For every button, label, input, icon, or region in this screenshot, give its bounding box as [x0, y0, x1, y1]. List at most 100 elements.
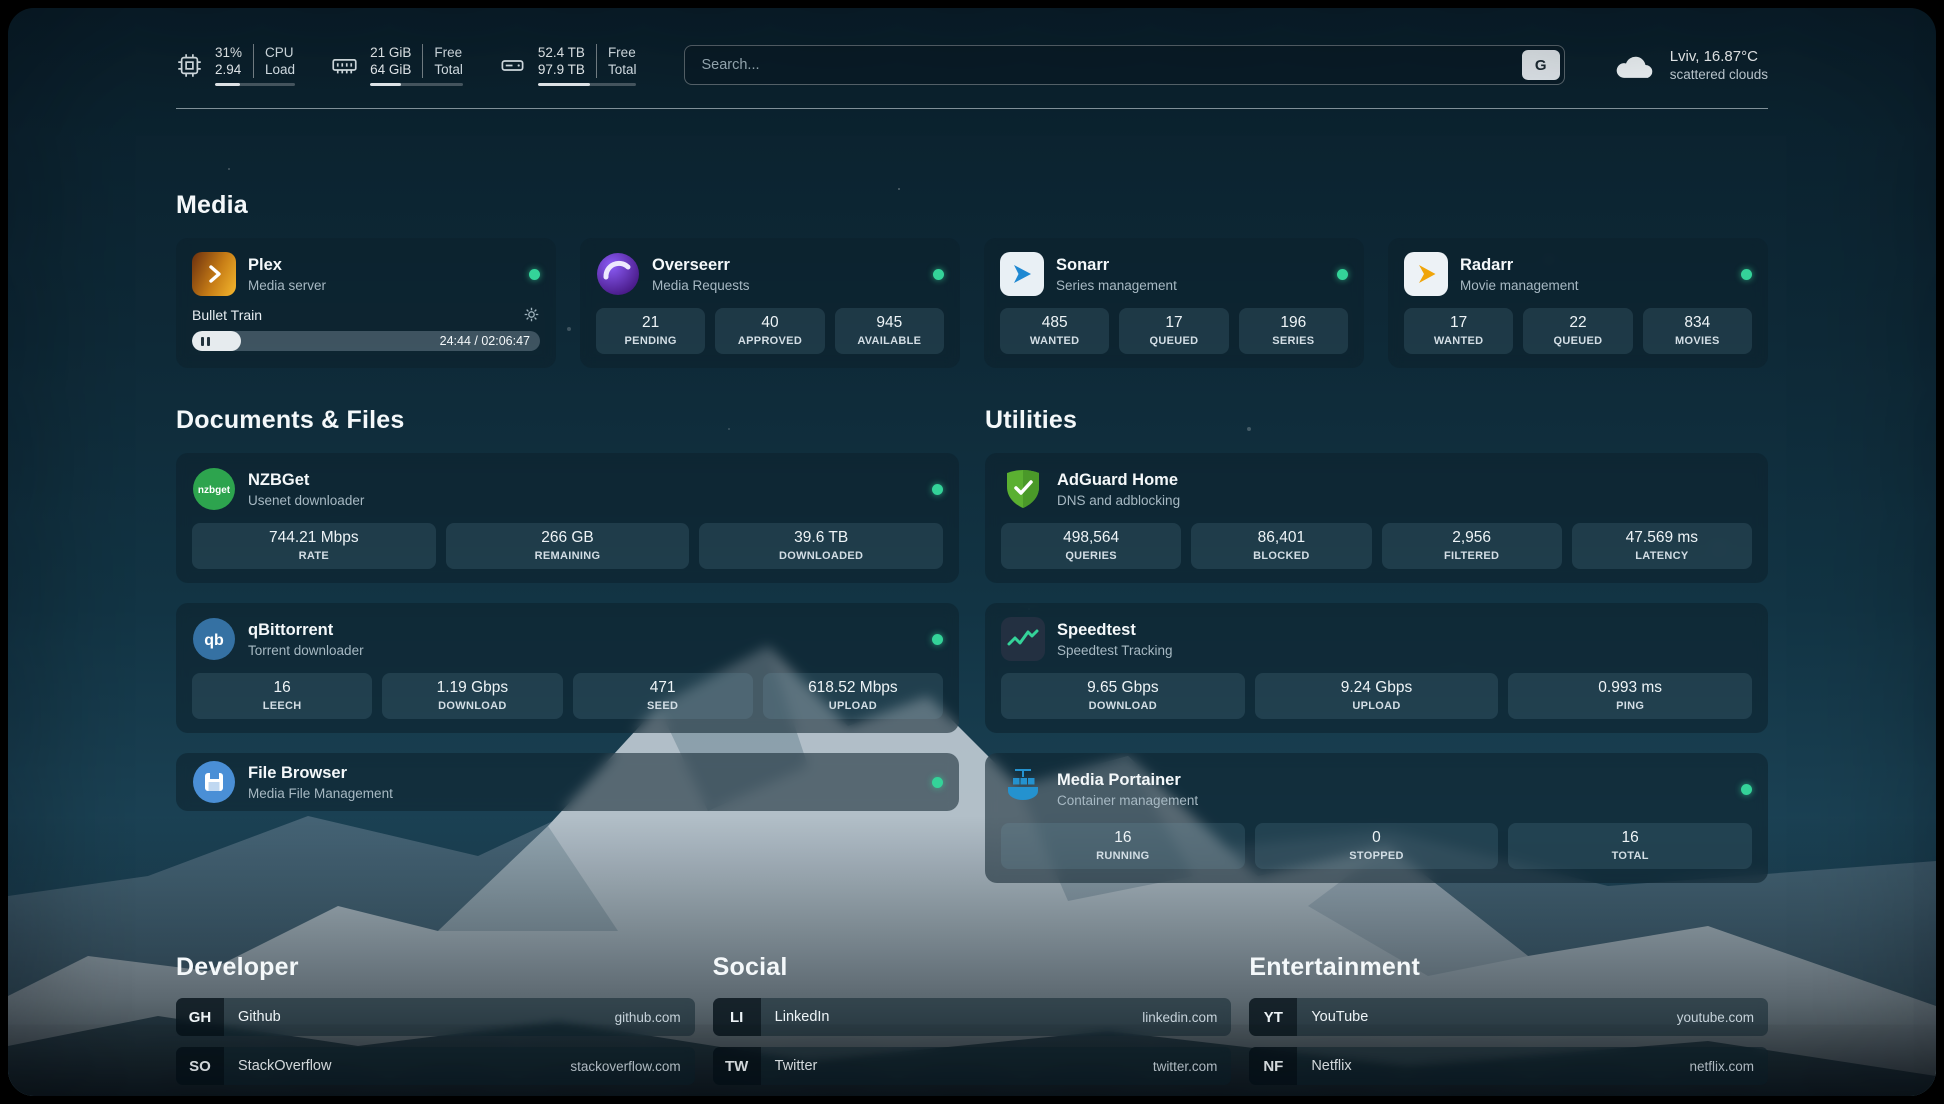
nzbget-icon: nzbget — [192, 467, 236, 511]
service-card-plex[interactable]: Plex Media server Bullet Train — [176, 238, 556, 368]
resource-widgets: 31% 2.94 CPU Load — [176, 44, 636, 86]
memory-total-value: 64 GiB — [370, 61, 411, 78]
sonarr-icon — [1000, 252, 1044, 296]
search-input[interactable] — [684, 45, 1564, 85]
service-description: Usenet downloader — [248, 493, 364, 508]
bookmark-name: YouTube — [1297, 1009, 1368, 1025]
qbittorrent-icon: qb — [192, 617, 236, 661]
disk-widget: 52.4 TB 97.9 TB Free Total — [499, 44, 637, 86]
cpu-load-value: 2.94 — [215, 61, 242, 78]
bookmark-abbr: NF — [1249, 1047, 1297, 1085]
radarr-icon — [1404, 252, 1448, 296]
stat-wanted: 485 WANTED — [1000, 308, 1109, 354]
bookmark-group-developer: Developer GH Github github.com SO StackO… — [176, 953, 695, 1096]
service-card-overseerr[interactable]: Overseerr Media Requests 21 PENDING 40 A… — [580, 238, 960, 368]
search-provider-button[interactable]: G — [1522, 50, 1560, 80]
service-description: Media server — [248, 278, 326, 293]
disk-free-label: Free — [608, 44, 637, 61]
memory-usage-bar — [370, 83, 463, 86]
topbar-divider — [176, 108, 1768, 109]
memory-free-value: 21 GiB — [370, 44, 411, 61]
disk-total-label: Total — [608, 61, 637, 78]
memory-widget: 21 GiB 64 GiB Free Total — [331, 44, 463, 86]
speedtest-icon — [1001, 617, 1045, 661]
service-name: AdGuard Home — [1057, 471, 1180, 490]
adguard-icon — [1001, 467, 1045, 511]
filebrowser-icon — [192, 760, 236, 804]
svg-text:nzbget: nzbget — [198, 485, 231, 496]
bookmark-youtube[interactable]: YT YouTube youtube.com — [1249, 998, 1768, 1036]
stat-running: 16 RUNNING — [1001, 823, 1245, 869]
playback-time: 24:44 / 02:06:47 — [440, 334, 540, 348]
bookmark-github[interactable]: GH Github github.com — [176, 998, 695, 1036]
service-name: Media Portainer — [1057, 771, 1198, 790]
service-name: qBittorrent — [248, 621, 364, 640]
service-name: Sonarr — [1056, 256, 1177, 275]
cloud-icon — [1613, 50, 1657, 80]
service-description: Container management — [1057, 793, 1198, 808]
status-dot — [1741, 269, 1752, 280]
stat-wanted: 17 WANTED — [1404, 308, 1513, 354]
bookmark-twitter[interactable]: TW Twitter twitter.com — [713, 1047, 1232, 1085]
overseerr-icon — [596, 252, 640, 296]
dashboard-content: 31% 2.94 CPU Load — [8, 8, 1936, 1096]
entertainment-group-title: Entertainment — [1249, 953, 1768, 982]
stat-leech: 16 LEECH — [192, 673, 372, 719]
service-card-nzbget[interactable]: nzbget NZBGet Usenet downloader 744.21 M… — [176, 453, 959, 583]
service-name: Radarr — [1460, 256, 1579, 275]
service-description: DNS and adblocking — [1057, 493, 1180, 508]
section-utilities: Utilities AdGuard Home DNS — [985, 406, 1768, 883]
search-bar: G — [684, 45, 1564, 85]
stat-queued: 17 QUEUED — [1119, 308, 1228, 354]
bookmark-group-social: Social LI LinkedIn linkedin.com TW Twitt… — [713, 953, 1232, 1096]
service-description: Speedtest Tracking — [1057, 643, 1173, 658]
stat-total: 16 TOTAL — [1508, 823, 1752, 869]
service-description: Movie management — [1460, 278, 1579, 293]
bookmark-linkedin[interactable]: LI LinkedIn linkedin.com — [713, 998, 1232, 1036]
service-card-radarr[interactable]: Radarr Movie management 17 WANTED 22 QUE… — [1388, 238, 1768, 368]
service-card-portainer[interactable]: Media Portainer Container management 16 … — [985, 753, 1768, 883]
stat-available: 945 AVAILABLE — [835, 308, 944, 354]
top-bar: 31% 2.94 CPU Load — [176, 44, 1768, 86]
disk-total-value: 97.9 TB — [538, 61, 585, 78]
stat-queries: 498,564 QUERIES — [1001, 523, 1181, 569]
bookmark-abbr: LI — [713, 998, 761, 1036]
service-card-filebrowser[interactable]: File Browser Media File Management — [176, 753, 959, 811]
weather-condition: scattered clouds — [1670, 67, 1768, 82]
stat-series: 196 SERIES — [1239, 308, 1348, 354]
service-name: File Browser — [248, 764, 393, 783]
bookmark-abbr: YT — [1249, 998, 1297, 1036]
gear-icon[interactable] — [523, 306, 540, 323]
bookmark-url: twitter.com — [1153, 1059, 1232, 1074]
service-card-sonarr[interactable]: Sonarr Series management 485 WANTED 17 Q… — [984, 238, 1364, 368]
service-description: Media Requests — [652, 278, 750, 293]
status-dot — [932, 634, 943, 645]
disk-usage-bar — [538, 83, 637, 86]
service-card-qbittorrent[interactable]: qb qBittorrent Torrent downloader 16 — [176, 603, 959, 733]
bookmark-name: Github — [224, 1009, 281, 1025]
stat-upload: 618.52 Mbps UPLOAD — [763, 673, 943, 719]
service-card-adguard[interactable]: AdGuard Home DNS and adblocking 498,564 … — [985, 453, 1768, 583]
bookmark-stackoverflow[interactable]: SO StackOverflow stackoverflow.com — [176, 1047, 695, 1085]
bookmark-name: LinkedIn — [761, 1009, 830, 1025]
bookmark-name: StackOverflow — [224, 1058, 331, 1074]
stat-movies: 834 MOVIES — [1643, 308, 1752, 354]
service-description: Series management — [1056, 278, 1177, 293]
stat-approved: 40 APPROVED — [715, 308, 824, 354]
disk-icon — [499, 52, 526, 79]
bookmark-url: linkedin.com — [1142, 1010, 1231, 1025]
weather-location: Lviv, 16.87°C — [1670, 48, 1768, 65]
stat-download: 1.19 Gbps DOWNLOAD — [382, 673, 562, 719]
dashboard-screen: 31% 2.94 CPU Load — [8, 8, 1936, 1096]
bookmark-url: youtube.com — [1677, 1010, 1768, 1025]
service-card-speedtest[interactable]: Speedtest Speedtest Tracking 9.65 Gbps D… — [985, 603, 1768, 733]
pause-button[interactable] — [201, 337, 210, 346]
stat-pending: 21 PENDING — [596, 308, 705, 354]
playback-progress-bar[interactable]: 24:44 / 02:06:47 — [192, 331, 540, 351]
section-documents: Documents & Files nzbget NZBGet Usenet d… — [176, 406, 959, 811]
bookmark-name: Netflix — [1297, 1058, 1351, 1074]
status-dot — [933, 269, 944, 280]
portainer-icon — [1001, 767, 1045, 811]
bookmark-netflix[interactable]: NF Netflix netflix.com — [1249, 1047, 1768, 1085]
service-description: Torrent downloader — [248, 643, 364, 658]
